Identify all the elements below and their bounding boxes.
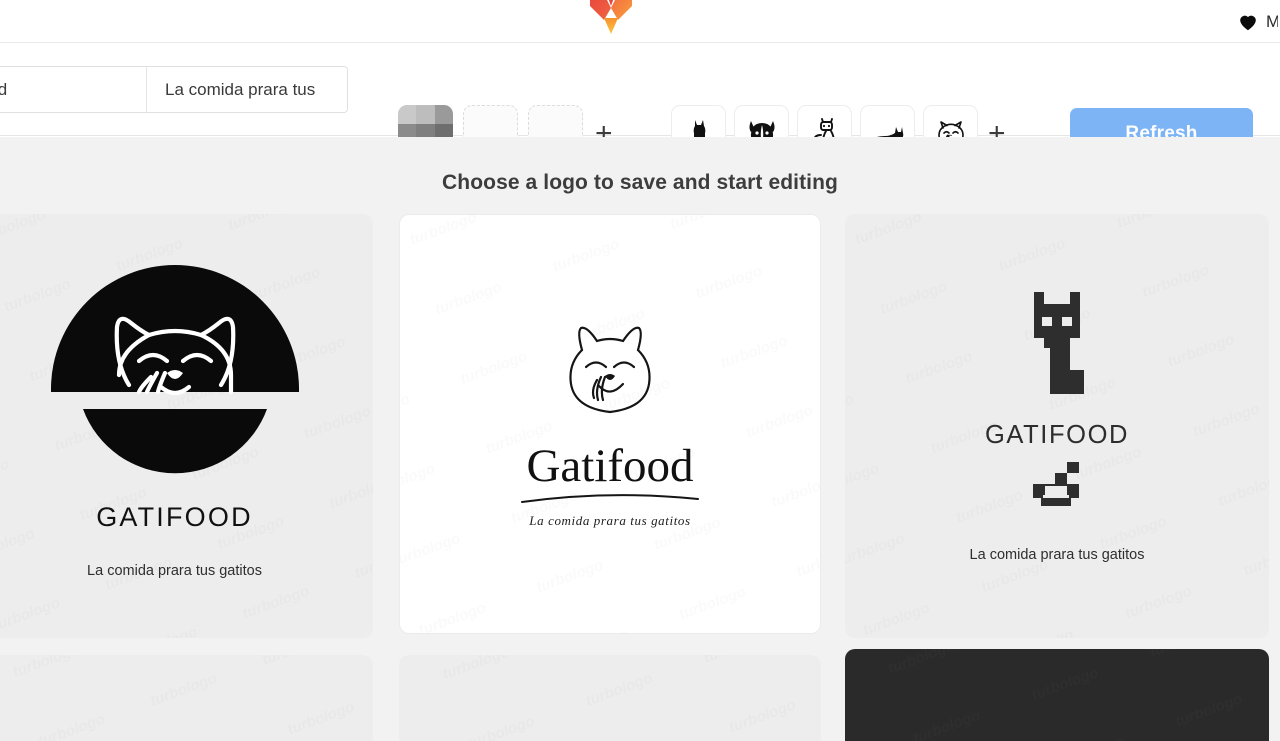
watermark-text: turbologo bbox=[911, 688, 1055, 741]
watermark-text: turbologo bbox=[727, 677, 821, 741]
watermark-text: turbologo bbox=[845, 731, 936, 741]
watermark-text: turbologo bbox=[0, 734, 61, 741]
watermark-text: turbologo bbox=[10, 655, 147, 734]
watermark-text: turbologo bbox=[1055, 714, 1199, 741]
logo-mark-pixel-cat bbox=[1024, 290, 1090, 411]
logo-mark-outline-cat-face bbox=[551, 320, 669, 431]
watermark-text: turbologo bbox=[173, 722, 310, 741]
watermark-text: turbologo bbox=[399, 737, 491, 741]
heart-icon[interactable] bbox=[1237, 11, 1259, 33]
logo-card-1-tagline: La comida prara tus gatitos bbox=[87, 563, 262, 579]
palette-cell bbox=[398, 105, 417, 124]
watermark-text: turbologo bbox=[123, 655, 260, 694]
watermark-text: turbologo bbox=[583, 655, 726, 741]
watermark-text: turbologo bbox=[886, 649, 1030, 731]
top-bar: M bbox=[0, 0, 1280, 43]
logo-card-4[interactable]: turbologoturbologoturbologoturbologoturb… bbox=[0, 655, 373, 741]
logo-card-5[interactable]: turbologoturbologoturbologoturbologoturb… bbox=[399, 655, 821, 741]
logo-card-3[interactable]: turbologoturbologoturbologoturbologoturb… bbox=[845, 214, 1269, 638]
palette-cell bbox=[416, 105, 435, 124]
logo-card-1[interactable]: turbologoturbologoturbologoturbologoturb… bbox=[0, 214, 373, 638]
logo-card-6[interactable]: turbologoturbologoturbologoturbologoturb… bbox=[845, 649, 1269, 741]
watermark-layer: turbologoturbologoturbologoturbologoturb… bbox=[845, 649, 1269, 741]
logo-card-2[interactable]: turbologoturbologoturbologoturbologoturb… bbox=[399, 214, 821, 634]
watermark-text: turbologo bbox=[609, 720, 752, 741]
logo-mark-black-dome-cat bbox=[43, 257, 307, 500]
watermark-text: turbologo bbox=[399, 667, 465, 741]
turbologo-heart-mark-icon[interactable] bbox=[584, 0, 638, 38]
watermark-text: turbologo bbox=[1029, 649, 1173, 741]
watermark-text: turbologo bbox=[0, 665, 36, 741]
slogan-input[interactable] bbox=[147, 67, 347, 112]
watermark-text: turbologo bbox=[1004, 649, 1148, 688]
watermark-layer: turbologoturbologoturbologoturbologoturb… bbox=[0, 655, 373, 741]
watermark-text: turbologo bbox=[285, 682, 373, 741]
name-fields-group bbox=[0, 66, 348, 113]
watermark-layer: turbologoturbologoturbologoturbologoturb… bbox=[399, 655, 821, 741]
logo-card-2-brand: Gatifood bbox=[526, 439, 694, 492]
watermark-text: turbologo bbox=[260, 655, 373, 722]
watermark-text: turbologo bbox=[1148, 649, 1269, 714]
logo-card-3-brand: GATIFOOD bbox=[984, 420, 1130, 449]
logo-card-1-brand: GATIFOOD bbox=[96, 502, 253, 532]
palette-cell bbox=[434, 105, 453, 124]
top-bar-right-cluster: M bbox=[1237, 0, 1280, 43]
watermark-text: turbologo bbox=[701, 655, 821, 720]
watermark-text: turbologo bbox=[465, 694, 608, 741]
watermark-text: turbologo bbox=[558, 655, 701, 694]
editor-toolbar: + bbox=[0, 43, 1280, 162]
watermark-text: turbologo bbox=[440, 655, 583, 737]
logo-card-3-tagline: La comida prara tus gatitos bbox=[969, 546, 1145, 563]
top-bar-menu-label[interactable]: M bbox=[1266, 13, 1278, 30]
page-title: Choose a logo to save and start editing bbox=[442, 171, 838, 194]
logo-results-area: Choose a logo to save and start editing … bbox=[0, 137, 1280, 741]
watermark-text: turbologo bbox=[1173, 671, 1269, 741]
watermark-text: turbologo bbox=[148, 655, 285, 741]
watermark-text: turbologo bbox=[845, 661, 911, 741]
company-name-input[interactable] bbox=[0, 67, 147, 112]
watermark-text: turbologo bbox=[36, 694, 173, 741]
logo-mark-pixel-accent bbox=[1029, 461, 1085, 513]
logo-divider-curve bbox=[519, 490, 701, 509]
logo-card-2-tagline: La comida prara tus gatitos bbox=[529, 512, 691, 528]
